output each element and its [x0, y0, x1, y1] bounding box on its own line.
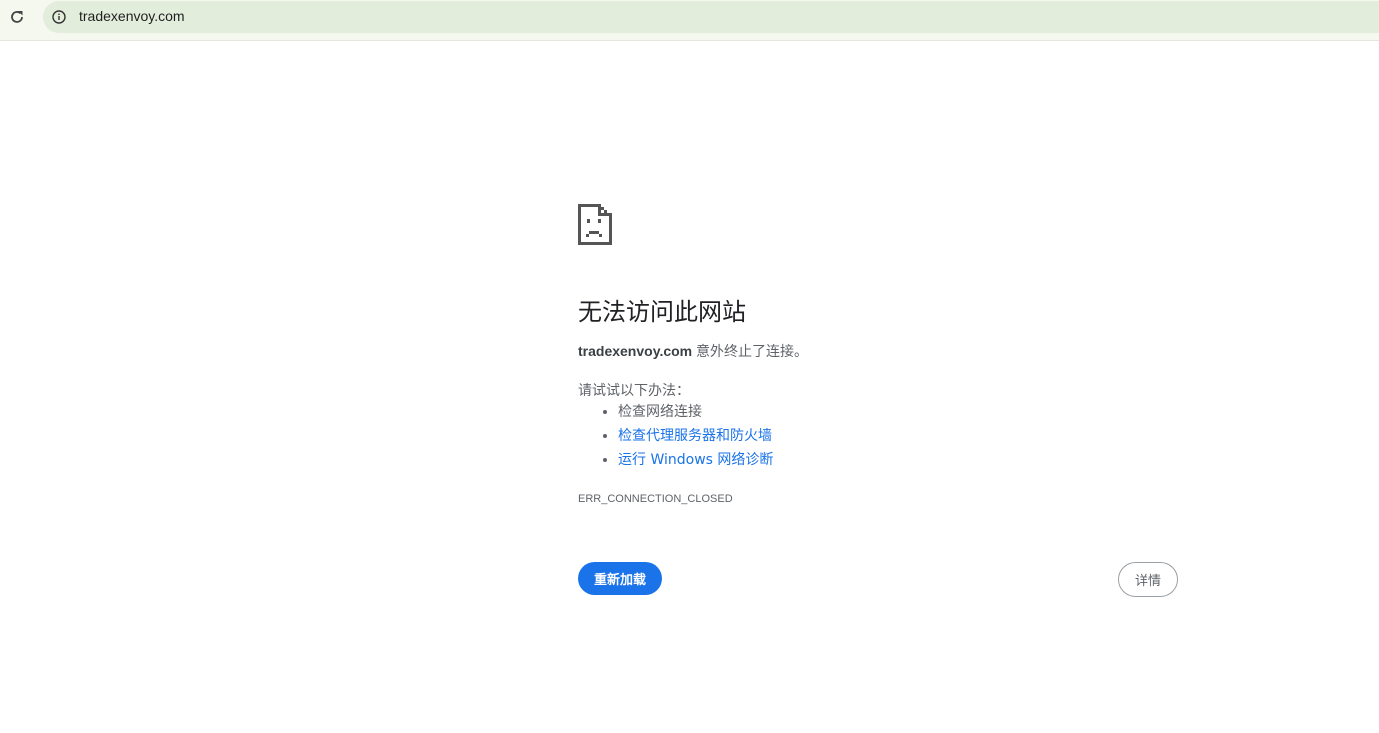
- reload-icon[interactable]: [8, 8, 26, 26]
- error-title: 无法访问此网站: [578, 298, 746, 326]
- suggestion-check-network: 检查网络连接: [618, 400, 773, 424]
- suggestion-list: 检查网络连接 检查代理服务器和防火墙 运行 Windows 网络诊断: [578, 400, 773, 472]
- error-code: ERR_CONNECTION_CLOSED: [578, 493, 733, 505]
- suggestion-check-proxy: 检查代理服务器和防火墙: [618, 424, 773, 448]
- details-button[interactable]: 详情: [1118, 562, 1178, 597]
- sad-page-icon: [578, 204, 612, 249]
- suggestion-run-diagnostics: 运行 Windows 网络诊断: [618, 448, 773, 472]
- run-diagnostics-link[interactable]: 运行 Windows 网络诊断: [618, 452, 773, 468]
- browser-toolbar: tradexenvoy.com: [0, 0, 1379, 41]
- check-proxy-link[interactable]: 检查代理服务器和防火墙: [618, 428, 772, 444]
- reload-button[interactable]: 重新加载: [578, 562, 662, 595]
- error-message-text: 意外终止了连接。: [692, 343, 809, 359]
- url-text[interactable]: tradexenvoy.com: [79, 8, 185, 24]
- address-bar[interactable]: [43, 1, 1379, 33]
- error-message: tradexenvoy.com 意外终止了连接。: [578, 341, 808, 361]
- try-label: 请试试以下办法：: [578, 383, 690, 399]
- info-icon[interactable]: [52, 9, 66, 24]
- error-host: tradexenvoy.com: [578, 343, 693, 359]
